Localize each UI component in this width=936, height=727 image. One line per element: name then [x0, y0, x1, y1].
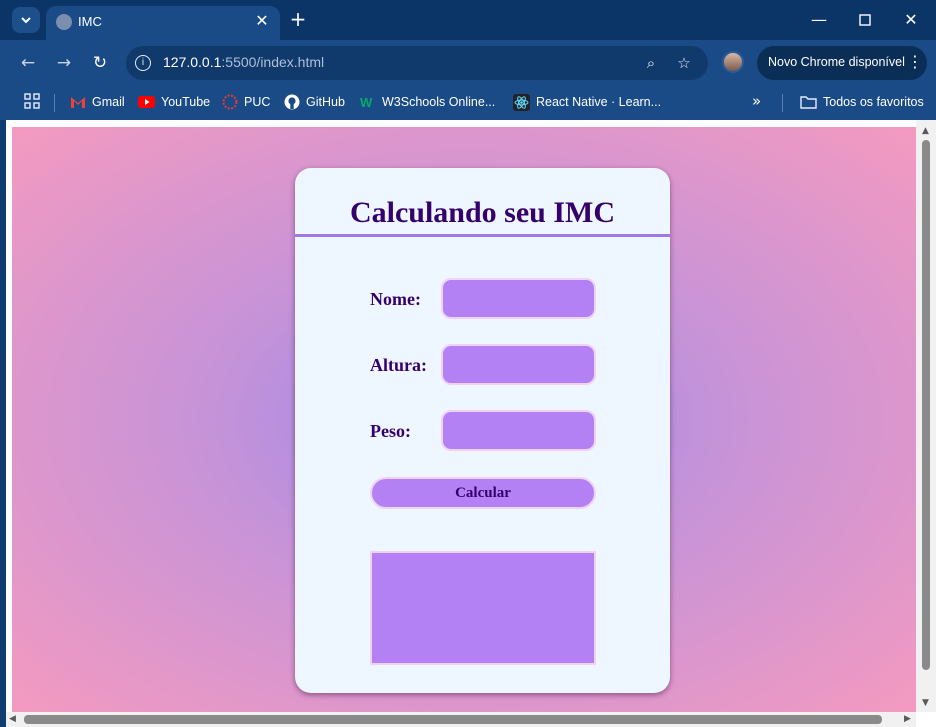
more-bookmarks-icon[interactable]: » [752, 92, 761, 110]
bookmark-puc[interactable]: PUC [222, 92, 270, 112]
toolbar: ← → ↻ i 127.0.0.1:5500/index.html ⌕ ☆ No… [0, 40, 936, 86]
w3schools-icon: W [360, 94, 373, 110]
bookmark-label: Gmail [92, 95, 125, 109]
close-tab-icon[interactable]: ✕ [252, 11, 272, 31]
bookmark-gmail[interactable]: Gmail [70, 92, 125, 112]
puc-icon [222, 94, 238, 110]
vertical-scrollbar[interactable]: ▲ ▼ [916, 120, 936, 712]
bookmark-label: GitHub [306, 95, 345, 109]
horizontal-scroll-thumb[interactable] [24, 715, 882, 724]
altura-label: Altura: [370, 355, 427, 375]
bookmark-react-native[interactable]: React Native · Learn... [513, 92, 661, 112]
close-window-button[interactable]: ✕ [896, 8, 926, 32]
calcular-button[interactable]: Calcular [370, 477, 596, 509]
url-text[interactable]: 127.0.0.1:5500/index.html [163, 54, 324, 70]
bookmark-label: YouTube [161, 95, 211, 109]
bookmark-label: React Native · Learn... [536, 95, 662, 109]
star-icon[interactable]: ☆ [674, 53, 694, 73]
scroll-up-icon[interactable]: ▲ [922, 126, 929, 136]
vertical-scroll-thumb[interactable] [922, 140, 930, 670]
new-tab-button[interactable]: + [286, 8, 310, 32]
profile-avatar[interactable] [722, 51, 744, 73]
result-box [370, 551, 596, 665]
react-icon [513, 93, 530, 111]
horizontal-scrollbar[interactable]: ◀ ▶ [6, 712, 916, 727]
back-button[interactable]: ← [16, 51, 40, 75]
apps-grid-icon[interactable] [24, 93, 40, 109]
bookmark-youtube[interactable]: YouTube [138, 92, 210, 112]
bookmarks-divider [782, 94, 783, 112]
browser-window: IMC ✕ + — ✕ ← → ↻ i 127.0.0.1:5500/index… [0, 0, 936, 727]
github-icon [284, 94, 300, 110]
tab-title: IMC [78, 14, 102, 29]
scroll-left-icon[interactable]: ◀ [9, 714, 16, 724]
update-label: Novo Chrome disponível [768, 55, 905, 69]
bookmark-label: W3Schools Online... [382, 95, 496, 109]
title-divider [295, 234, 670, 237]
address-bar[interactable]: i 127.0.0.1:5500/index.html ⌕ ☆ [126, 46, 708, 80]
page-background: Calculando seu IMC Nome: Altura: Peso: C… [12, 127, 918, 712]
bookmarks-divider [54, 94, 55, 112]
tab-strip: IMC ✕ + — ✕ [0, 0, 936, 40]
peso-label: Peso: [370, 421, 411, 441]
forward-button[interactable]: → [52, 51, 76, 75]
url-host: 127.0.0.1 [163, 54, 222, 70]
peso-input[interactable] [441, 410, 596, 451]
tab-active[interactable]: IMC ✕ [46, 6, 280, 40]
bookmark-label: PUC [244, 95, 271, 109]
reload-button[interactable]: ↻ [88, 51, 112, 75]
bookmark-github[interactable]: GitHub [284, 92, 345, 112]
minimize-button[interactable]: — [804, 8, 834, 32]
altura-input[interactable] [441, 344, 596, 385]
more-menu-icon[interactable]: ⋮ [907, 52, 923, 72]
all-bookmarks-folder[interactable]: Todos os favoritos [800, 92, 924, 112]
update-chrome-button[interactable]: Novo Chrome disponível ⋮ [757, 46, 927, 80]
maximize-button[interactable] [850, 8, 880, 32]
gmail-icon [71, 97, 85, 108]
youtube-icon [138, 96, 155, 108]
bookmarks-bar: Gmail YouTube PUC GitHub W W3Schools Onl… [0, 86, 936, 120]
nome-input[interactable] [441, 278, 596, 319]
nome-label: Nome: [370, 289, 421, 309]
chevron-down-icon [21, 17, 31, 24]
scroll-right-icon[interactable]: ▶ [904, 714, 911, 724]
zoom-icon[interactable]: ⌕ [641, 53, 661, 73]
url-path: :5500/index.html [221, 54, 325, 70]
all-bookmarks-label: Todos os favoritos [823, 95, 924, 109]
scroll-down-icon[interactable]: ▼ [922, 698, 929, 708]
page-title: Calculando seu IMC [349, 196, 616, 229]
maximize-icon [859, 14, 871, 26]
imc-card: Calculando seu IMC Nome: Altura: Peso: C… [295, 168, 670, 693]
bookmark-w3schools[interactable]: W W3Schools Online... [360, 92, 495, 112]
page-viewport: Calculando seu IMC Nome: Altura: Peso: C… [6, 120, 936, 727]
site-info-icon[interactable]: i [135, 55, 151, 71]
folder-icon [800, 96, 817, 109]
globe-icon [56, 14, 72, 30]
tab-search-button[interactable] [12, 7, 40, 33]
